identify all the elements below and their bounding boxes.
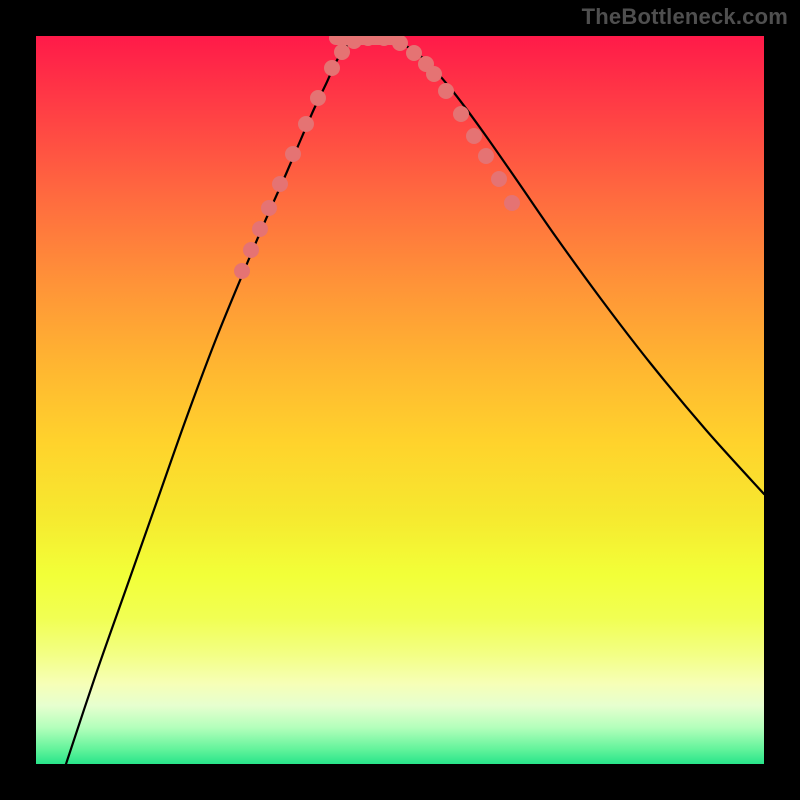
highlight-dots: [234, 36, 520, 279]
chart-frame: TheBottleneck.com: [0, 0, 800, 800]
watermark-text: TheBottleneck.com: [582, 4, 788, 30]
bottleneck-curve: [66, 38, 764, 764]
curve-layer: [36, 36, 764, 764]
plot-area: [36, 36, 764, 764]
